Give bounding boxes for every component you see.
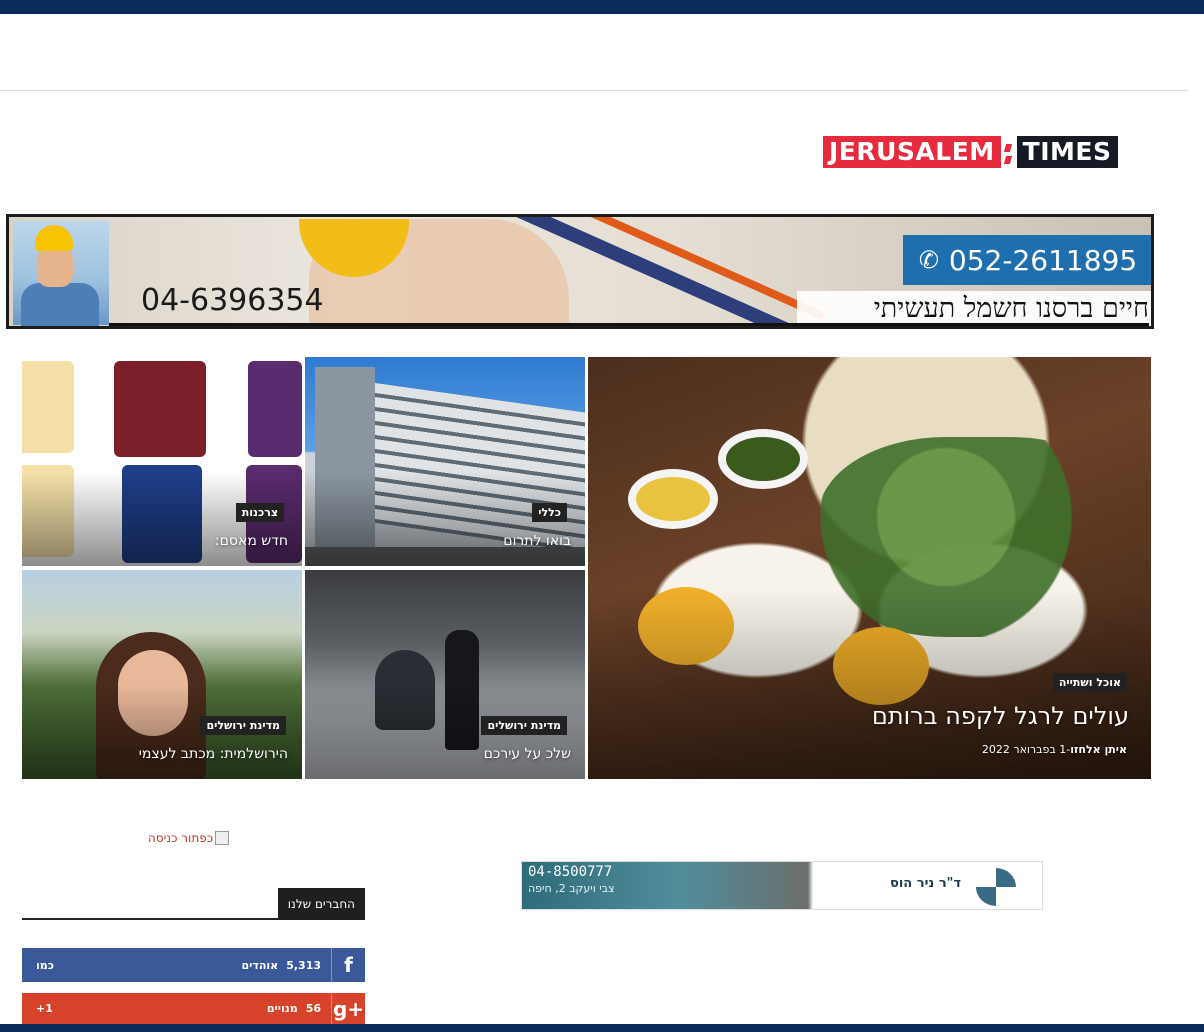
ad-slogan: חיים ברסנו חשמל תעשיתי (797, 291, 1151, 326)
post-date: 1 בפברואר 2022 (981, 743, 1067, 756)
featured-meta: איתן אלחזו - 1 בפברואר 2022 (982, 743, 1127, 756)
featured-main-tile[interactable]: אוכל ושתייה עולים לרגל לקפה ברותם איתן א… (588, 357, 1151, 779)
facebook-count-value: 5,313 (286, 958, 321, 972)
tile-title[interactable]: בואו לתרום (503, 533, 571, 549)
featured-tile[interactable]: מדינת ירושלים שלכ על עירכם (305, 570, 585, 779)
doctor-ad-banner[interactable]: 04-8500777 צבי ויעקב 2, חיפה ד"ר ניר הוס (521, 861, 1043, 910)
entry-button-alt: כפתור כניסה (148, 831, 214, 845)
friends-title: החברים שלנו (277, 888, 365, 920)
category-badge[interactable]: מדינת ירושלים (481, 716, 567, 735)
phone-icon: ✆ (918, 246, 939, 274)
facebook-like-button[interactable]: כמו (36, 959, 54, 972)
clinic-logo-icon (976, 868, 1016, 906)
featured-title[interactable]: עולים לרגל לקפה ברותם (872, 702, 1129, 730)
broken-image-icon (215, 831, 230, 845)
ad-phone-box: ✆ 052-2611895 (903, 235, 1151, 285)
tile-title[interactable]: חדש מאסם: (215, 533, 288, 549)
ad-phone-left: 04-6396354 (141, 283, 324, 318)
category-badge[interactable]: צרכנות (235, 503, 284, 522)
site-logo[interactable]: JERUSALEM TIMES (823, 136, 1118, 168)
doctor-ad-name: ד"ר ניר הוס (890, 876, 962, 891)
ad-bottom-line (109, 323, 1149, 326)
facebook-count-unit: אוהדים (241, 958, 279, 972)
category-badge[interactable]: כללי (532, 503, 567, 522)
tile-title[interactable]: שלכ על עירכם (484, 746, 571, 762)
top-bar (0, 0, 1204, 14)
author-name[interactable]: איתן אלחזו (1070, 743, 1127, 756)
tile-title[interactable]: הירושלמית: מכתב לעצמי (139, 746, 288, 762)
google-plus-icon: g+ (331, 993, 365, 1024)
facebook-counter[interactable]: כמו 5,313 אוהדים f (22, 948, 365, 982)
facebook-icon: f (331, 948, 365, 982)
entry-button-image[interactable]: כפתור כניסה (148, 831, 230, 845)
category-badge[interactable]: אוכל ושתייה (1052, 673, 1127, 692)
google-plus-count-value: 56 (305, 1002, 321, 1015)
google-plus-button[interactable]: 1+ (36, 1002, 53, 1015)
bottom-bar (0, 1024, 1204, 1032)
logo-separator (1000, 136, 1017, 168)
ad-phone-right: 052-2611895 (948, 243, 1138, 277)
google-plus-count-unit: מנויים (266, 1002, 298, 1015)
featured-tile[interactable]: צרכנות חדש מאסם: (22, 357, 302, 566)
electrician-ad-banner[interactable]: 04-6396354 ✆ 052-2611895 חיים ברסנו חשמל… (6, 214, 1154, 329)
featured-tile[interactable]: מדינת ירושלים הירושלמית: מכתב לעצמי (22, 570, 302, 779)
google-plus-counter[interactable]: 1+ 56 מנויים g+ (22, 993, 365, 1024)
category-badge[interactable]: מדינת ירושלים (200, 716, 286, 735)
worker-photo (13, 221, 109, 326)
friends-widget-header: החברים שלנו (22, 888, 365, 920)
doctor-ad-address: צבי ויעקב 2, חיפה (528, 882, 615, 895)
featured-tile[interactable]: כללי בואו לתרום (305, 357, 585, 566)
header-divider (0, 90, 1188, 91)
logo-times: TIMES (1016, 136, 1118, 168)
facebook-count: 5,313 אוהדים (241, 959, 321, 972)
logo-jerusalem: JERUSALEM (823, 136, 1001, 168)
google-plus-count: 56 מנויים (267, 1002, 321, 1015)
doctor-ad-phone: 04-8500777 (528, 864, 613, 880)
meta-separator: - (1066, 743, 1071, 756)
